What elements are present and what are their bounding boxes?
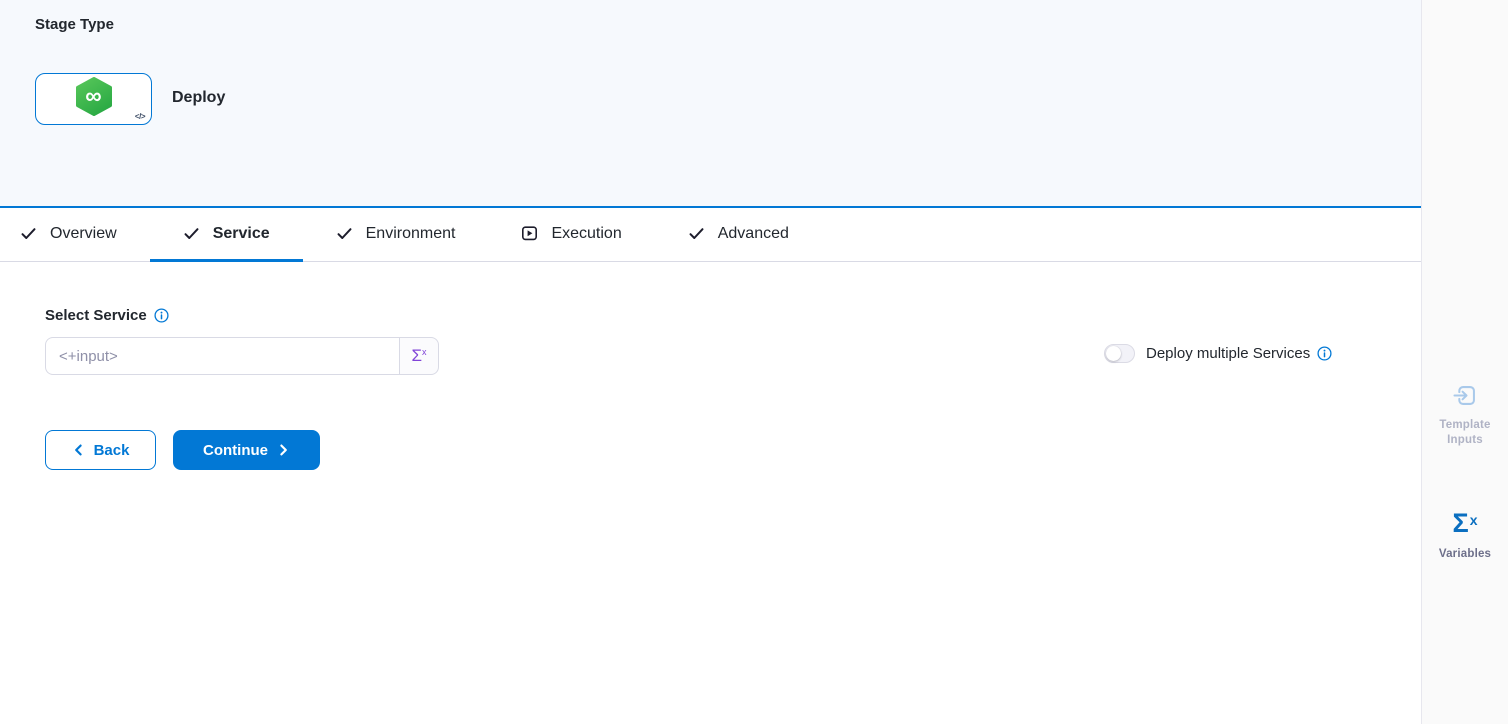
continue-button[interactable]: Continue [173,430,320,470]
tab-environment[interactable]: Environment [303,208,489,262]
stage-config-page: Stage Type ∞ </> D [0,0,1508,724]
right-rail: Template Inputs Σ x Variables [1421,0,1508,724]
chevron-left-icon [72,443,86,457]
info-icon[interactable] [154,308,169,323]
tab-service[interactable]: Service [150,208,303,262]
stage-type-panel: Stage Type ∞ </> D [0,0,1421,208]
template-inputs-icon [1452,382,1479,409]
check-icon [336,225,353,242]
stage-type-title: Stage Type [35,16,114,33]
deploy-multiple-label: Deploy multiple Services [1146,345,1310,362]
cd-hexagon-infinity-icon: ∞ [74,77,114,122]
check-icon [688,225,705,242]
info-icon[interactable] [1317,346,1332,361]
main-column: Stage Type ∞ </> D [0,0,1421,724]
back-button-label: Back [94,442,130,459]
tab-execution[interactable]: Execution [488,208,654,262]
service-tab-content: Select Service Σ x Deplo [0,262,1421,724]
expression-input-type-button[interactable]: Σ x [399,337,439,375]
deploy-multiple-row: Deploy multiple Services [1104,344,1332,363]
tab-label: Environment [366,225,456,243]
sigma-glyph: Σ [1453,510,1469,537]
stage-card-label: Deploy [172,89,225,107]
infinity-glyph: ∞ [74,77,114,117]
select-service-label-row: Select Service [45,307,169,324]
select-service-input-group: Σ x [45,337,439,375]
chevron-right-icon [276,443,290,457]
deploy-multiple-toggle[interactable] [1104,344,1135,363]
check-icon [20,225,37,242]
toggle-knob [1106,346,1121,361]
deploy-stage-card[interactable]: ∞ </> [35,73,152,125]
tab-label: Advanced [718,225,789,243]
tab-overview[interactable]: Overview [0,208,150,262]
tab-label: Service [213,225,270,243]
back-button[interactable]: Back [45,430,156,470]
tab-label: Overview [50,225,117,243]
variables-button[interactable]: Σ x Variables [1422,510,1508,562]
template-inputs-button[interactable]: Template Inputs [1422,382,1508,448]
variables-label: Variables [1429,547,1501,562]
tab-advanced[interactable]: Advanced [655,208,822,262]
select-service-input[interactable] [45,337,399,375]
select-service-label: Select Service [45,307,147,324]
stage-tabbar: Overview Service Environment Execution [0,208,1421,262]
check-icon [183,225,200,242]
execution-play-icon [521,225,538,242]
template-inputs-label: Template Inputs [1422,418,1508,448]
nav-buttons-row: Back Continue [45,430,320,470]
x-glyph: x [1470,513,1478,527]
continue-button-label: Continue [203,442,268,459]
tab-label: Execution [551,225,621,243]
deploy-multiple-label-row: Deploy multiple Services [1146,345,1332,362]
sigma-glyph: Σ [411,346,422,366]
sigma-sup-x: x [422,347,427,357]
code-badge: </> [135,112,145,121]
variables-sigma-x-icon: Σ x [1453,510,1478,537]
